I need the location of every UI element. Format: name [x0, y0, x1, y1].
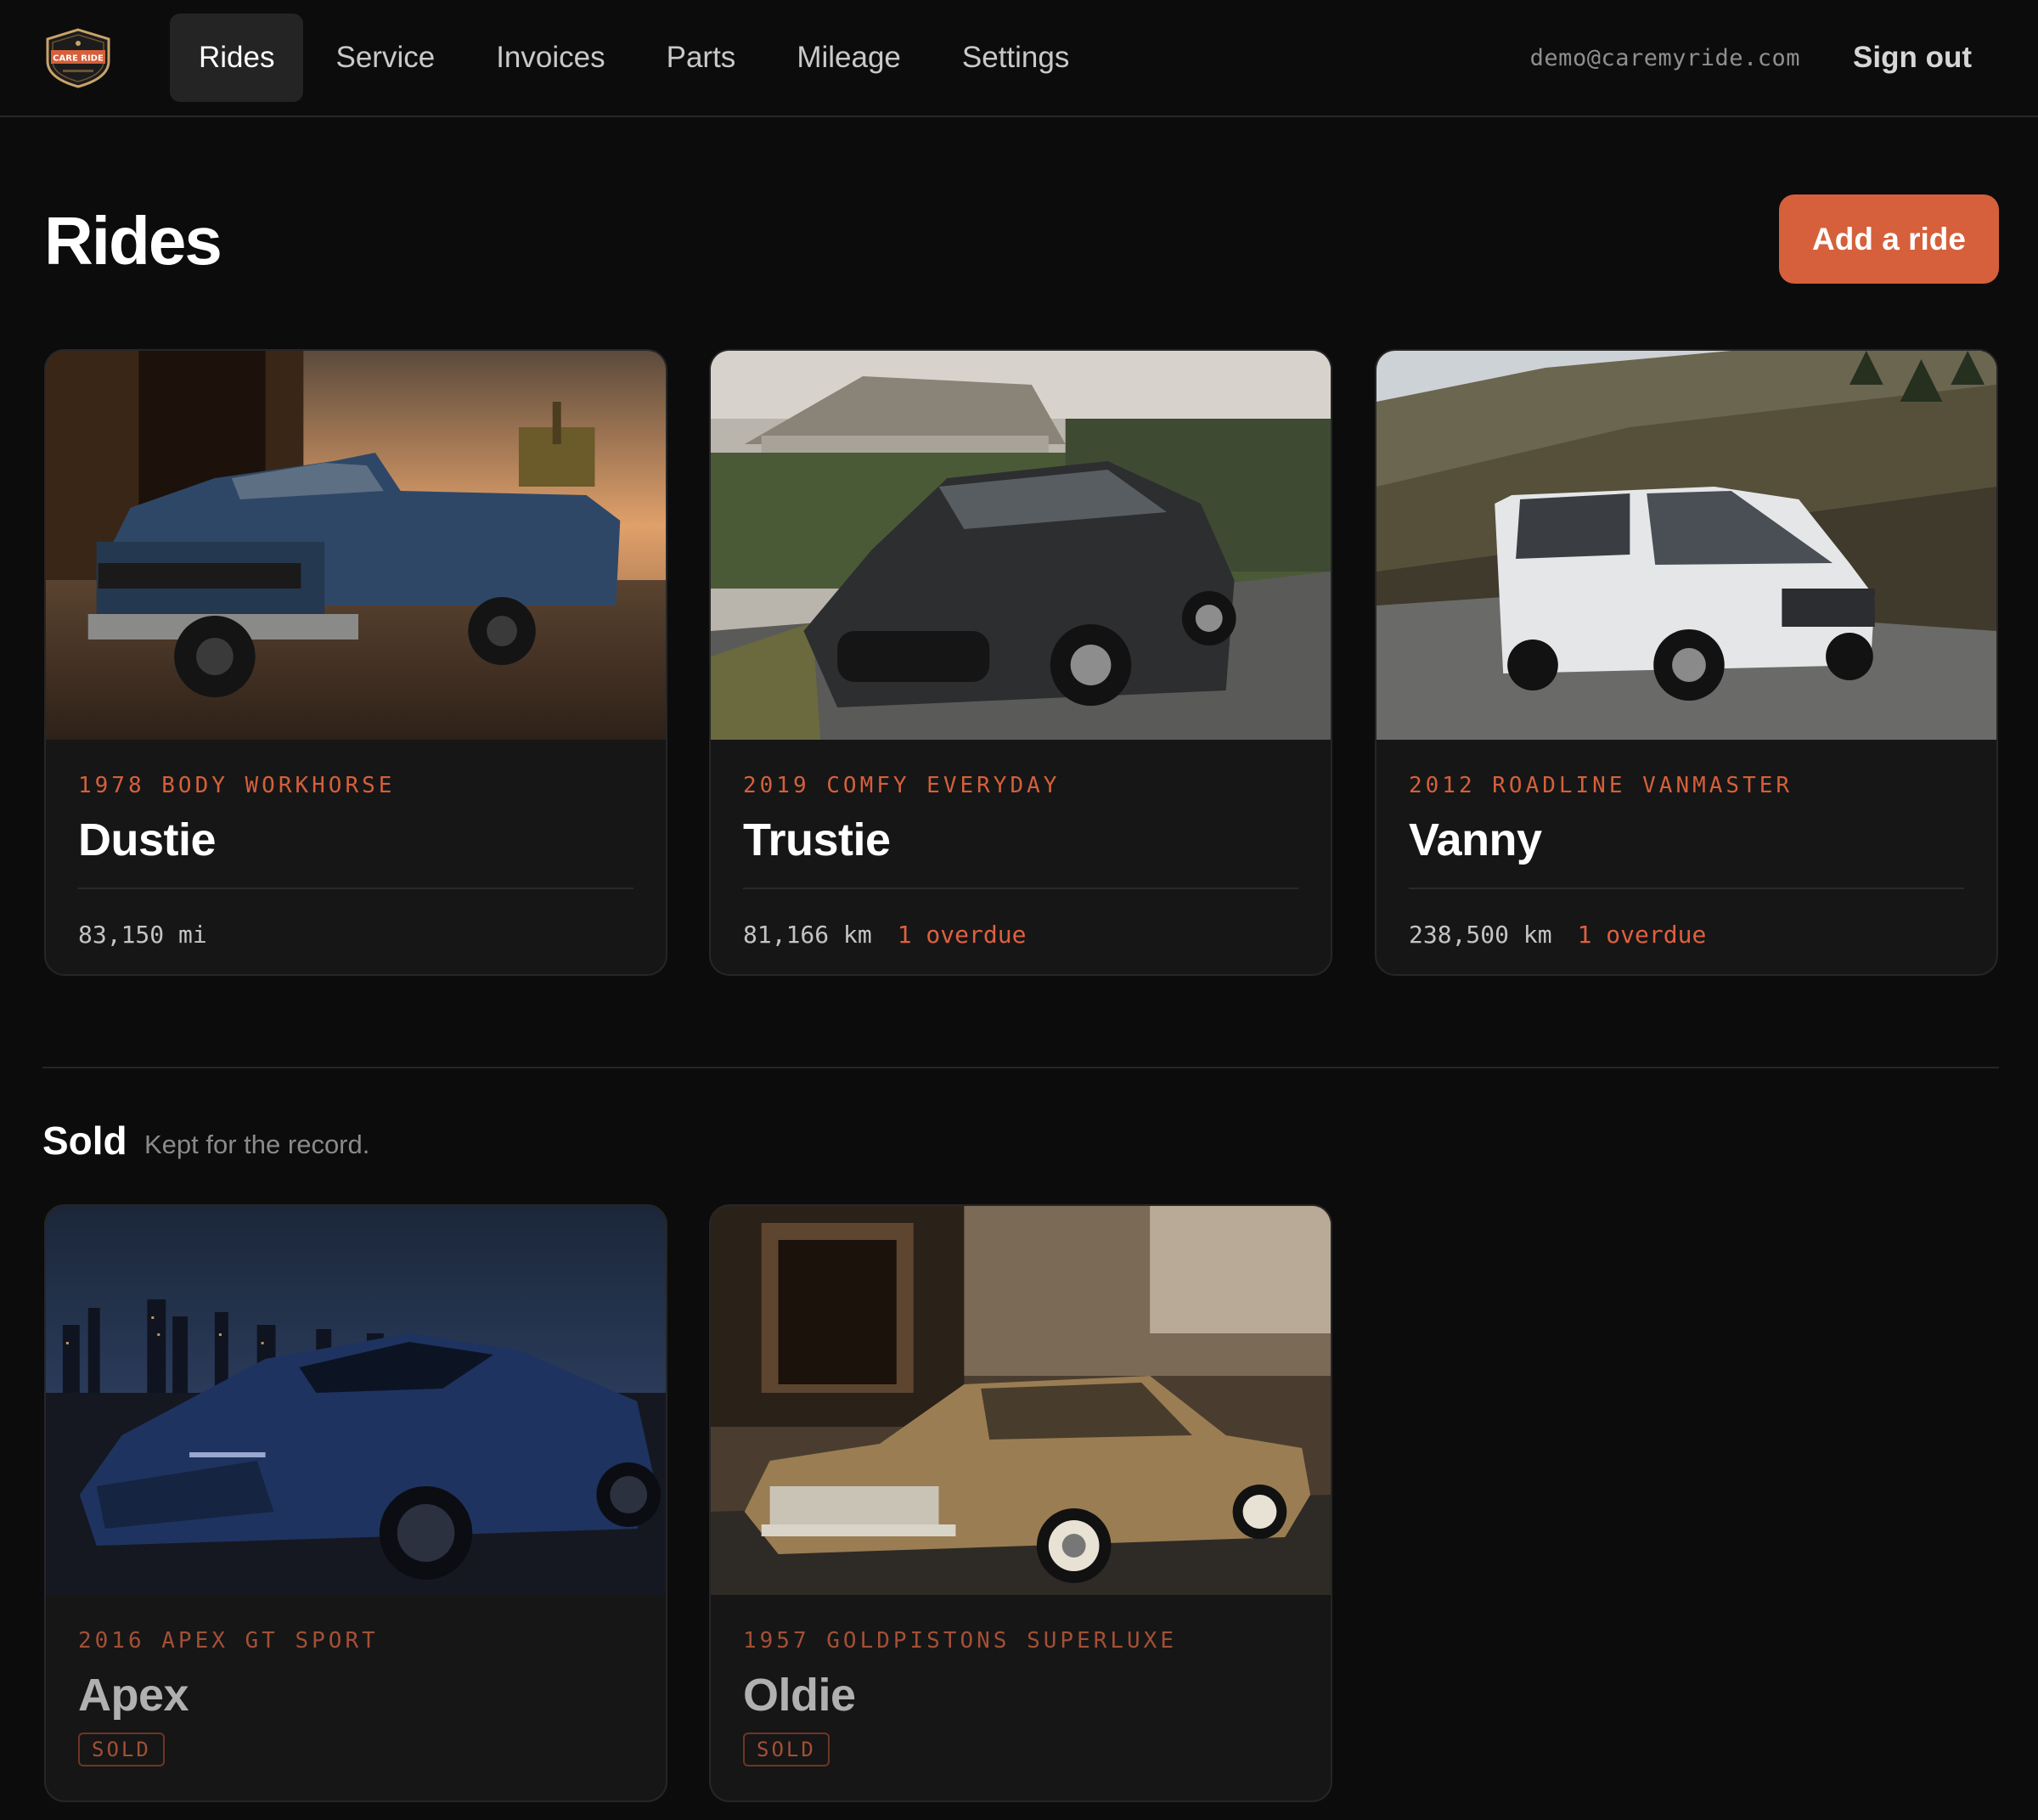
care-my-ride-logo[interactable]: CARE RIDE [42, 27, 114, 88]
nav-item-mileage[interactable]: Mileage [768, 14, 930, 102]
svg-text:CARE RIDE: CARE RIDE [53, 54, 104, 64]
nav-item-settings[interactable]: Settings [933, 14, 1098, 102]
sold-card-oldie[interactable]: 1957 GOLDPISTONS SUPERLUXE Oldie SOLD [709, 1204, 1332, 1802]
sold-badge: SOLD [743, 1733, 830, 1766]
dark-hatchback-photo [711, 351, 1331, 740]
page-title: Rides [44, 203, 222, 279]
ride-name: Dustie [78, 814, 217, 865]
gold-classic-car-photo [711, 1206, 1331, 1595]
add-ride-button[interactable]: Add a ride [1779, 194, 1999, 284]
main-nav: Rides Service Invoices Parts Mileage Set… [170, 14, 1101, 102]
nav-item-rides[interactable]: Rides [170, 14, 304, 102]
ride-mileage: 238,500 km [1409, 921, 1552, 949]
ride-meta: 238,500 km 1 overdue [1409, 918, 1964, 952]
blue-pickup-truck-photo [46, 351, 666, 740]
ride-card-vanny[interactable]: 2012 ROADLINE VANMASTER Vanny 238,500 km… [1375, 349, 1998, 976]
card-divider [743, 887, 1298, 889]
ride-model: 1978 BODY WORKHORSE [78, 773, 396, 798]
ride-name: Trustie [743, 814, 891, 865]
blue-sports-car-photo [46, 1206, 666, 1595]
card-divider [78, 887, 633, 889]
overdue-count: 1 overdue [897, 921, 1027, 949]
ride-name: Apex [78, 1670, 189, 1721]
overdue-count: 1 overdue [1577, 921, 1707, 949]
sold-section-subtitle: Kept for the record. [144, 1130, 370, 1159]
account-area: demo@caremyride.com Sign out [1530, 41, 1996, 75]
user-email: demo@caremyride.com [1529, 44, 1801, 71]
sold-section-heading: Sold [42, 1118, 127, 1163]
nav-item-invoices[interactable]: Invoices [467, 14, 633, 102]
white-van-photo [1376, 351, 1996, 740]
ride-model: 2016 APEX GT SPORT [78, 1628, 379, 1654]
ride-meta: 83,150 mi [78, 918, 633, 952]
sold-card-apex[interactable]: 2016 APEX GT SPORT Apex SOLD [44, 1204, 667, 1802]
sold-badge: SOLD [78, 1733, 165, 1766]
ride-name: Vanny [1409, 814, 1542, 865]
sign-out-button[interactable]: Sign out [1853, 41, 1972, 75]
nav-item-service[interactable]: Service [307, 14, 464, 102]
ride-card-trustie[interactable]: 2019 COMFY EVERYDAY Trustie 81,166 km 1 o… [709, 349, 1332, 976]
section-divider [42, 1067, 1999, 1068]
nav-item-parts[interactable]: Parts [638, 14, 765, 102]
ride-mileage: 83,150 mi [78, 921, 207, 949]
card-divider [1409, 887, 1964, 889]
ride-model: 1957 GOLDPISTONS SUPERLUXE [743, 1628, 1177, 1654]
ride-name: Oldie [743, 1670, 856, 1721]
ride-card-dustie[interactable]: 1978 BODY WORKHORSE Dustie 83,150 mi [44, 349, 667, 976]
ride-mileage: 81,166 km [743, 921, 872, 949]
top-navigation-bar: CARE RIDE Rides Service Invoices Parts M… [0, 0, 2038, 117]
ride-model: 2019 COMFY EVERYDAY [743, 773, 1061, 798]
ride-meta: 81,166 km 1 overdue [743, 918, 1298, 952]
ride-model: 2012 ROADLINE VANMASTER [1409, 773, 1793, 798]
